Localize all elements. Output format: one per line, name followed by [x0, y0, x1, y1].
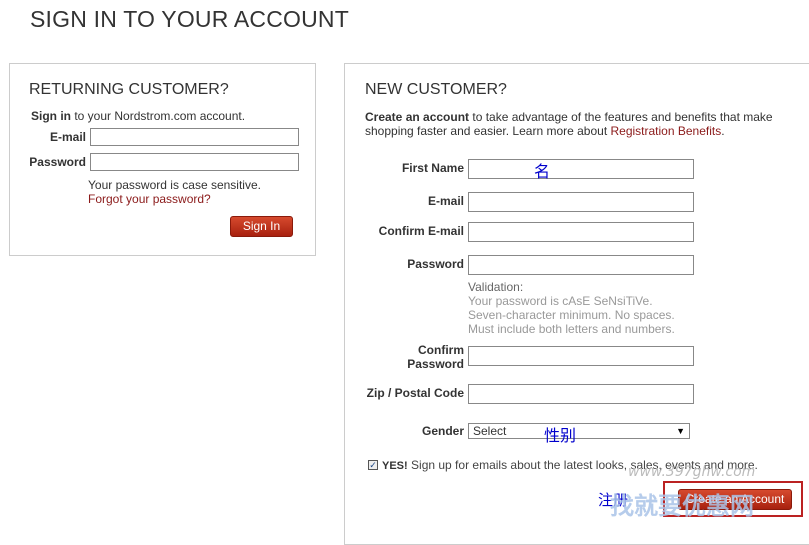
returning-customer-title: RETURNING CUSTOMER? — [29, 81, 229, 98]
confirm-password-label-line2: Password — [407, 357, 464, 371]
signin-password-label: Password — [29, 155, 86, 169]
watermark-url: www.397ghw.com — [628, 464, 756, 480]
signin-intro: Sign in to your Nordstrom.com account. — [31, 109, 245, 123]
sign-in-button[interactable]: Sign In — [230, 216, 293, 237]
first-name-label: First Name — [401, 161, 464, 175]
forgot-password-link[interactable]: Forgot your password? — [88, 192, 211, 206]
watermark-site: 找就要优惠网 — [610, 493, 754, 520]
create-intro-rest1: to take advantage of the features and be… — [469, 110, 773, 124]
signin-intro-bold: Sign in — [31, 109, 71, 123]
register-password-label: Password — [407, 257, 464, 271]
confirm-password-label: Confirm Password — [364, 343, 464, 371]
new-customer-title: NEW CUSTOMER? — [365, 81, 507, 98]
first-name-input[interactable] — [468, 159, 694, 179]
signin-password-input[interactable] — [90, 153, 299, 171]
confirm-password-label-line1: Confirm — [418, 343, 464, 357]
gender-annotation: 性别 — [544, 426, 577, 445]
gender-selected-value: Select — [473, 424, 507, 438]
email-optin-bold: YES! — [382, 460, 408, 472]
gender-label: Gender — [421, 424, 464, 438]
create-account-intro-line1: Create an account to take advantage of t… — [365, 110, 773, 124]
zip-input[interactable] — [468, 384, 694, 404]
create-intro-rest2: shopping faster and easier. Learn more a… — [365, 124, 611, 138]
dropdown-arrow-icon: ▼ — [676, 426, 685, 436]
validation-title: Validation: — [468, 280, 524, 294]
gender-select[interactable]: Select ▼ — [468, 423, 690, 439]
register-email-input[interactable] — [468, 192, 694, 212]
create-intro-tail: . — [721, 124, 725, 138]
register-password-input[interactable] — [468, 255, 694, 275]
zip-label: Zip / Postal Code — [366, 386, 464, 400]
registration-benefits-link[interactable]: Registration Benefits — [611, 124, 722, 138]
signin-email-label: E-mail — [49, 130, 86, 144]
email-optin-checkbox[interactable]: ✓ — [368, 460, 378, 470]
create-account-intro-line2: shopping faster and easier. Learn more a… — [365, 124, 725, 138]
confirm-email-label: Confirm E-mail — [378, 224, 464, 238]
signin-email-input[interactable] — [90, 128, 299, 146]
first-name-annotation: 名 — [534, 162, 551, 181]
register-email-label: E-mail — [427, 194, 464, 208]
password-case-note: Your password is case sensitive. — [88, 178, 261, 192]
validation-line-2: Seven-character minimum. No spaces. — [468, 308, 675, 322]
create-intro-bold: Create an account — [365, 110, 470, 124]
validation-line-1: Your password is cAsE SeNsiTiVe. — [468, 294, 653, 308]
confirm-password-input[interactable] — [468, 346, 694, 366]
validation-line-3: Must include both letters and numbers. — [468, 322, 675, 336]
page-title: SIGN IN TO YOUR ACCOUNT — [30, 6, 349, 32]
signin-intro-rest: to your Nordstrom.com account. — [71, 109, 246, 123]
confirm-email-input[interactable] — [468, 222, 694, 242]
